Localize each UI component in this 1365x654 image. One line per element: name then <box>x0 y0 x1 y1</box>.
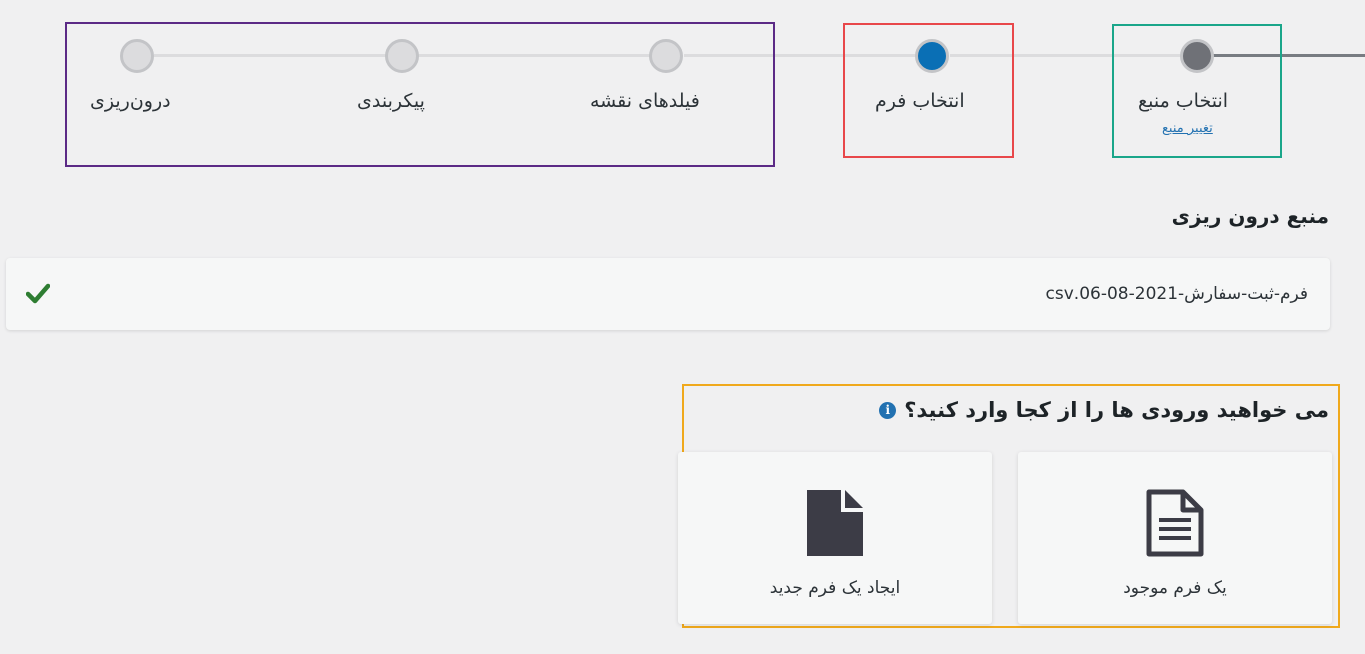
check-icon <box>26 283 50 304</box>
info-icon[interactable]: i <box>879 401 897 419</box>
import-question: می خواهید ورودی ها را از کجا وارد کنید؟ … <box>879 398 1329 422</box>
document-text-icon <box>1146 489 1204 557</box>
source-filename: فرم-ثبت-سفارش-2021-08-06.csv <box>1045 284 1308 304</box>
existing-form-label: یک فرم موجود <box>1123 578 1227 598</box>
import-question-text: می خواهید ورودی ها را از کجا وارد کنید؟ <box>904 398 1329 422</box>
document-blank-icon <box>807 490 863 556</box>
highlight-box-green <box>1112 24 1282 158</box>
highlight-box-red <box>843 23 1014 158</box>
new-form-option[interactable]: ایجاد یک فرم جدید <box>678 452 992 624</box>
import-source-title: منبع درون ریزی <box>1171 204 1329 228</box>
highlight-box-purple <box>65 22 775 167</box>
new-form-label: ایجاد یک فرم جدید <box>769 578 901 598</box>
existing-form-option[interactable]: یک فرم موجود <box>1018 452 1332 624</box>
source-file-card: فرم-ثبت-سفارش-2021-08-06.csv <box>6 258 1330 330</box>
